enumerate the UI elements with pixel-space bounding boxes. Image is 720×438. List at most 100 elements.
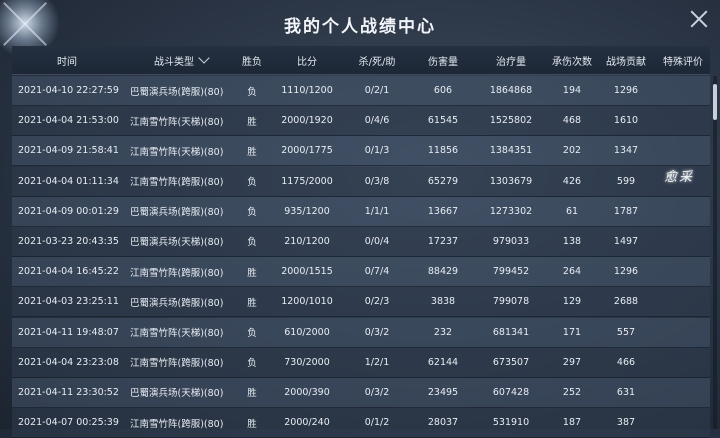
col-header-special: 特殊评价 (663, 56, 703, 68)
row-battle-type: 巴蜀演兵场(天梯)(80) (130, 388, 224, 400)
row-contribution: 599 (616, 175, 636, 187)
row-kda: 0/3/2 (364, 386, 390, 398)
row-battle-type: 江南雪竹阵(跨服)(80) (130, 418, 224, 430)
row-kda: 0/3/2 (364, 326, 390, 338)
table-row[interactable]: 2021-03-23 20:43:35 巴蜀演兵场(天梯)(80) 负 210/120… (12, 226, 710, 257)
table-row[interactable]: 2021-04-07 00:25:39 江南雪竹阵(跨服)(80) 胜 2000/24… (12, 408, 710, 438)
table-row[interactable]: 2021-04-09 21:58:41 江南雪竹阵(天梯)(80) 胜 2000/17… (12, 136, 710, 167)
row-contribution: 557 (616, 326, 636, 338)
row-result: 胜 (247, 297, 257, 309)
row-kda: 0/2/3 (364, 296, 390, 308)
row-time: 2021-04-10 22:27:59 (18, 85, 119, 96)
row-result: 负 (247, 207, 257, 219)
row-hits-taken: 202 (562, 145, 582, 157)
row-score: 2000/1775 (281, 145, 333, 157)
row-battle-type: 江南雪竹阵(天梯)(80) (130, 116, 224, 128)
table-row[interactable]: 2021-04-04 16:45:22 江南雪竹阵(跨服)(80) 胜 2000/15… (12, 257, 710, 288)
row-damage: 17237 (427, 235, 459, 247)
table-row[interactable]: 2021-04-04 23:23:08 江南雪竹阵(跨服)(80) 负 730/200… (12, 347, 710, 378)
col-header-hits-taken: 承伤次数 (552, 56, 592, 68)
scrollbar-thumb[interactable] (713, 84, 717, 120)
table-row[interactable]: 2021-04-10 22:27:59 巴蜀演兵场(跨服)(80) 负 1110/12… (12, 76, 710, 106)
row-kda: 0/3/8 (364, 175, 390, 187)
row-heal: 979033 (492, 235, 530, 247)
row-kda: 0/0/4 (364, 235, 390, 247)
row-heal: 1273302 (489, 205, 533, 217)
row-time: 2021-04-09 21:58:41 (18, 145, 119, 157)
row-heal: 681341 (492, 326, 530, 338)
row-time: 2021-03-23 20:43:35 (18, 235, 119, 247)
row-contribution: 1347 (613, 145, 639, 157)
row-damage: 62144 (427, 356, 459, 368)
row-score: 1175/2000 (281, 175, 333, 187)
row-time: 2021-04-04 01:11:34 (18, 175, 119, 187)
row-kda: 0/7/4 (364, 266, 390, 278)
row-heal: 1303679 (489, 175, 533, 187)
row-hits-taken: 187 (562, 417, 582, 429)
table-row[interactable]: 2021-04-09 00:01:29 巴蜀演兵场(跨服)(80) 负 935/120… (12, 196, 710, 227)
row-hits-taken: 468 (562, 115, 582, 127)
row-time: 2021-04-04 21:53:00 (18, 115, 119, 127)
row-contribution: 387 (616, 417, 636, 429)
records-table: 2021-04-10 22:27:59 巴蜀演兵场(跨服)(80) 负 1110/12… (12, 76, 710, 438)
row-kda: 0/1/3 (364, 145, 390, 157)
col-header-battle-type-label: 战斗类型 (154, 56, 194, 68)
row-result: 负 (247, 237, 257, 249)
row-hits-taken: 264 (562, 266, 582, 278)
row-heal: 1525802 (489, 115, 533, 127)
row-contribution: 466 (616, 356, 636, 368)
scrollbar[interactable] (713, 76, 717, 429)
col-header-contribution: 战场贡献 (606, 56, 646, 68)
col-header-time: 时间 (57, 56, 77, 68)
row-battle-type: 江南雪竹阵(天梯)(80) (130, 146, 224, 158)
row-heal: 531910 (492, 417, 530, 429)
row-battle-type: 巴蜀演兵场(跨服)(80) (130, 297, 224, 309)
row-time: 2021-04-04 16:45:22 (18, 266, 119, 278)
row-time: 2021-04-04 23:23:08 (18, 356, 119, 368)
table-row[interactable]: 2021-04-04 01:11:34 江南雪竹阵(跨服)(80) 负 1175/20… (12, 166, 710, 197)
row-contribution: 631 (616, 386, 636, 398)
row-hits-taken: 426 (562, 175, 582, 187)
row-score: 2000/1515 (281, 266, 333, 278)
table-row[interactable]: 2021-04-04 21:53:00 江南雪竹阵(天梯)(80) 胜 2000/19… (12, 106, 710, 137)
row-heal: 607428 (492, 386, 530, 398)
row-hits-taken: 297 (562, 356, 582, 368)
row-result: 负 (247, 86, 257, 98)
row-time: 2021-04-11 19:48:07 (18, 326, 119, 338)
col-header-score: 比分 (297, 56, 317, 68)
row-contribution: 1296 (613, 266, 639, 278)
row-score: 2000/1920 (281, 115, 333, 127)
chevron-down-icon[interactable] (198, 51, 210, 64)
row-result: 胜 (247, 388, 257, 400)
row-result: 胜 (247, 146, 257, 158)
row-result: 负 (247, 328, 257, 339)
row-damage: 65279 (427, 175, 459, 187)
row-heal: 673507 (492, 356, 530, 368)
col-header-battle-type[interactable]: 战斗类型 (122, 51, 232, 68)
row-heal: 1384351 (489, 145, 533, 157)
row-contribution: 1787 (613, 205, 639, 217)
col-header-result: 胜负 (242, 56, 262, 68)
col-header-heal: 治疗量 (496, 56, 526, 68)
row-score: 730/2000 (284, 356, 330, 368)
table-row[interactable]: 2021-04-03 23:25:11 巴蜀演兵场(跨服)(80) 胜 1200/10… (12, 287, 710, 318)
row-hits-taken: 194 (562, 85, 582, 96)
row-score: 935/1200 (284, 205, 330, 217)
row-score: 210/1200 (284, 235, 330, 247)
table-row[interactable]: 2021-04-11 23:30:52 巴蜀演兵场(天梯)(80) 胜 2000/39… (12, 377, 710, 408)
row-contribution: 1296 (613, 85, 639, 96)
special-rating-badge: 愈采 (664, 170, 695, 185)
row-damage: 11856 (427, 145, 459, 157)
row-kda: 0/2/1 (364, 85, 390, 96)
row-score: 2000/390 (284, 386, 330, 398)
close-icon[interactable] (686, 6, 712, 32)
table-row[interactable]: 2021-04-11 19:48:07 江南雪竹阵(天梯)(80) 负 610/200… (12, 317, 710, 348)
row-result: 负 (247, 358, 257, 370)
row-heal: 799452 (492, 266, 530, 278)
row-contribution: 2688 (613, 296, 639, 308)
row-battle-type: 江南雪竹阵(跨服)(80) (130, 358, 224, 370)
row-battle-type: 巴蜀演兵场(天梯)(80) (130, 237, 224, 249)
table-header: 时间 战斗类型 胜负 比分 杀/死/助 伤害量 治疗量 承伤次数 战场贡献 特殊… (12, 46, 710, 75)
row-damage: 23495 (427, 386, 459, 398)
row-result: 负 (247, 177, 257, 189)
